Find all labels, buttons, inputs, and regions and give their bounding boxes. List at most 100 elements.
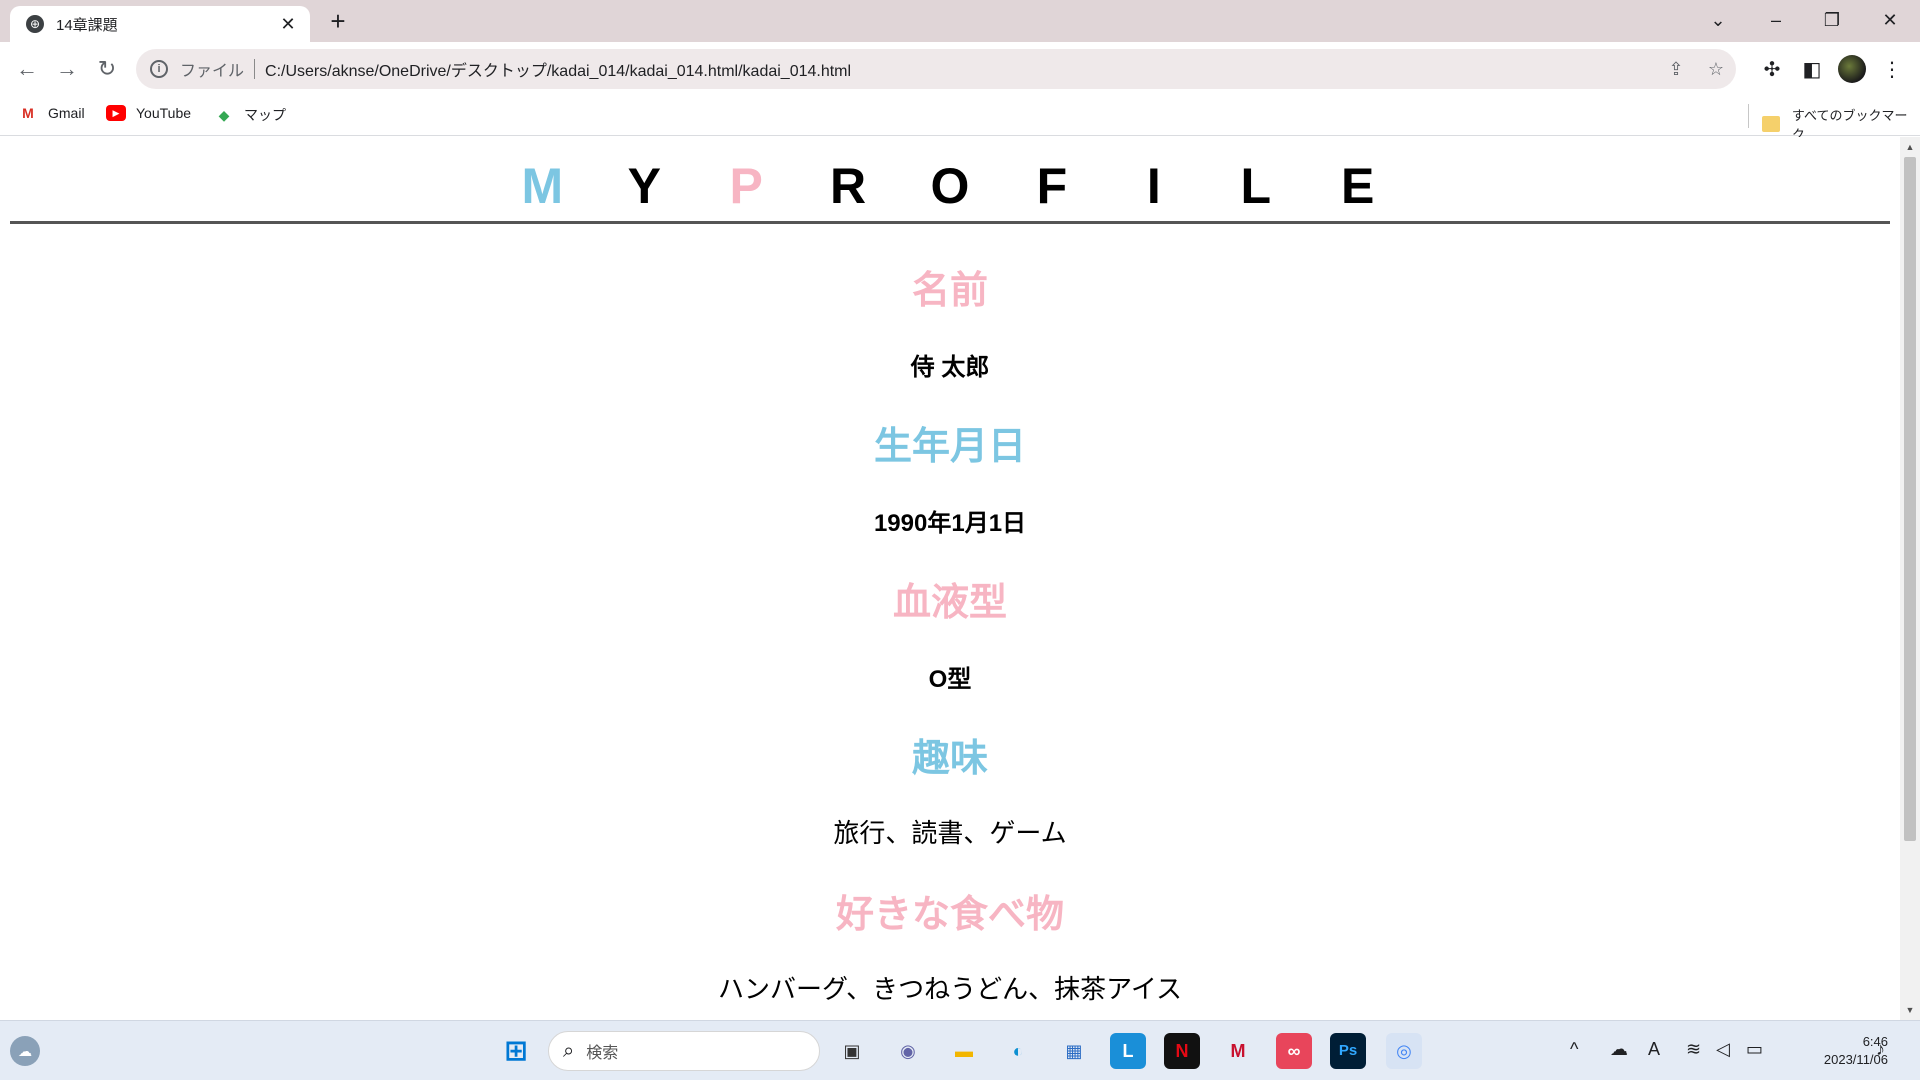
photoshop-icon[interactable]: Ps <box>1330 1033 1366 1069</box>
scroll-thumb[interactable] <box>1904 157 1916 841</box>
weather-icon[interactable]: ☁ <box>10 1036 40 1066</box>
browser-toolbar: ← → ↻ i ファイル C:/Users/aknse/OneDrive/デスク… <box>0 42 1920 96</box>
scroll-up-arrow-icon[interactable]: ▲ <box>1900 139 1920 155</box>
page-scrollbar[interactable]: ▲ ▼ <box>1900 137 1920 1020</box>
section-birthday-value: 1990年1月1日 <box>0 503 1900 538</box>
clock-date: 2023/11/06 <box>1823 1052 1888 1067</box>
ime-icon[interactable]: A <box>1648 1039 1660 1060</box>
section-heading: 名前 <box>911 270 988 312</box>
title-letter: P <box>729 158 763 214</box>
bookmark-youtube[interactable]: ▶ YouTube <box>106 105 191 121</box>
task-view-icon[interactable]: ▣ <box>834 1033 870 1069</box>
globe-icon: ⊕ <box>26 15 44 33</box>
title-letter: I <box>1146 158 1161 214</box>
bookmark-label: マップ <box>244 107 286 123</box>
tab-close-icon[interactable]: ✕ <box>276 14 300 35</box>
section-name-value: 侍 太郎 <box>0 347 1900 382</box>
minimize-button[interactable]: – <box>1748 0 1804 40</box>
title-letter: Y <box>627 158 661 214</box>
start-icon[interactable]: ⊞ <box>498 1033 534 1069</box>
title-letter: L <box>1240 158 1271 214</box>
side-panel-icon[interactable]: ◧ <box>1796 54 1828 86</box>
section-bloodtype-value: O型 <box>0 659 1900 694</box>
chrome-icon[interactable]: ◎ <box>1386 1033 1422 1069</box>
title-divider <box>10 221 1890 224</box>
volume-icon[interactable]: ◁ <box>1716 1039 1730 1060</box>
youtube-icon: ▶ <box>106 105 126 121</box>
omnibox-divider <box>254 59 256 79</box>
section-food-heading: 好きな食べ物 <box>0 883 1900 938</box>
section-bloodtype-heading: 血液型 <box>0 571 1900 626</box>
omnibox-scheme-label: ファイル <box>180 63 245 80</box>
mcafee-icon[interactable]: M <box>1220 1033 1256 1069</box>
section-heading: 血液型 <box>892 582 1007 624</box>
share-icon[interactable]: ⇪ <box>1656 59 1696 80</box>
bookmark-star-icon[interactable]: ☆ <box>1696 59 1736 80</box>
browser-tab[interactable]: ⊕ 14章課題 ✕ <box>10 6 310 42</box>
creative-cloud-icon[interactable]: ∞ <box>1276 1033 1312 1069</box>
gmail-icon: M <box>22 105 34 121</box>
tab-title: 14章課題 <box>56 16 118 34</box>
extensions-icon[interactable]: ✣ <box>1756 54 1788 86</box>
section-value: 旅行、読書、ゲーム <box>833 818 1067 848</box>
file-explorer-icon[interactable]: ▬ <box>946 1033 982 1069</box>
section-hobby-heading: 趣味 <box>0 727 1900 782</box>
page-viewport: M Y P R O F I L E 名前 侍 太郎 生年月日 1990年1月1日… <box>0 137 1900 1020</box>
section-value: O型 <box>928 666 972 693</box>
scroll-down-arrow-icon[interactable]: ▼ <box>1900 1002 1920 1018</box>
restore-button[interactable]: ❐ <box>1804 0 1860 40</box>
section-hobby-value: 旅行、読書、ゲーム <box>0 813 1900 850</box>
folder-icon <box>1762 116 1780 132</box>
profile-avatar[interactable] <box>1838 55 1866 83</box>
section-heading: 好きな食べ物 <box>835 894 1064 936</box>
battery-icon[interactable]: ▭ <box>1746 1039 1763 1060</box>
section-value: 侍 太郎 <box>910 354 990 381</box>
bookmarks-divider <box>1748 104 1749 128</box>
title-letter: E <box>1340 158 1375 214</box>
bookmark-gmail[interactable]: M Gmail <box>18 105 85 121</box>
store-icon[interactable]: ▦ <box>1056 1033 1092 1069</box>
info-icon[interactable]: i <box>150 60 168 78</box>
address-bar[interactable]: i ファイル C:/Users/aknse/OneDrive/デスクトップ/ka… <box>136 49 1736 89</box>
bookmark-label: Gmail <box>48 105 85 121</box>
bookmark-label: YouTube <box>136 105 192 121</box>
notification-bell-icon[interactable]: ♪ <box>1876 1039 1885 1060</box>
forward-button[interactable]: → <box>50 52 84 86</box>
wifi-icon[interactable]: ≋ <box>1686 1039 1701 1060</box>
section-name-heading: 名前 <box>0 259 1900 314</box>
onedrive-icon[interactable]: ☁ <box>1610 1039 1628 1060</box>
page-title: M Y P R O F I L E <box>0 157 1900 215</box>
title-letter: O <box>930 158 970 214</box>
system-clock[interactable]: 6:46 2023/11/06 <box>1778 1033 1888 1069</box>
search-placeholder: 検索 <box>586 1045 619 1062</box>
tab-search-chevron-icon[interactable]: ⌄ <box>1690 0 1746 40</box>
netflix-icon[interactable]: N <box>1164 1033 1200 1069</box>
reload-button[interactable]: ↻ <box>90 52 124 86</box>
bookmarks-bar: M Gmail ▶ YouTube ◆ マップ すべてのブックマーク <box>0 96 1920 142</box>
l-app-icon[interactable]: L <box>1110 1033 1146 1069</box>
section-heading: 生年月日 <box>873 426 1026 468</box>
close-window-button[interactable]: ✕ <box>1862 0 1918 40</box>
tab-strip: ⊕ 14章課題 ✕ + ⌄ – ❐ ✕ <box>0 0 1920 42</box>
search-icon: ⌕ <box>563 1039 575 1062</box>
title-letter: F <box>1036 158 1068 214</box>
windows-taskbar: ☁ ⊞ ⌕ 検索 ▣ ◉ ▬ ◐ ▦ L N M ∞ Ps ◎ ^ ☁ A ≋ … <box>0 1020 1920 1080</box>
menu-kebab-icon[interactable]: ⋮ <box>1876 54 1908 86</box>
taskbar-search[interactable]: ⌕ 検索 <box>548 1031 820 1071</box>
maps-icon: ◆ <box>218 107 230 123</box>
teams-chat-icon[interactable]: ◉ <box>890 1033 926 1069</box>
new-tab-button[interactable]: + <box>322 6 354 38</box>
section-heading: 趣味 <box>911 738 988 780</box>
title-letter: R <box>830 158 867 214</box>
section-birthday-heading: 生年月日 <box>0 415 1900 470</box>
tray-chevron-icon[interactable]: ^ <box>1570 1039 1578 1060</box>
edge-icon[interactable]: ◐ <box>1000 1033 1036 1069</box>
clock-time: 6:46 <box>1862 1034 1888 1049</box>
back-button[interactable]: ← <box>10 52 44 86</box>
section-value: ハンバーグ、きつねうどん、抹茶アイス <box>717 974 1183 1004</box>
section-value: 1990年1月1日 <box>873 510 1027 537</box>
url-text[interactable]: C:/Users/aknse/OneDrive/デスクトップ/kadai_014… <box>265 57 1656 81</box>
bookmark-maps[interactable]: ◆ マップ <box>214 105 286 125</box>
section-food-value: ハンバーグ、きつねうどん、抹茶アイス <box>0 969 1900 1006</box>
title-letter: M <box>521 158 564 214</box>
